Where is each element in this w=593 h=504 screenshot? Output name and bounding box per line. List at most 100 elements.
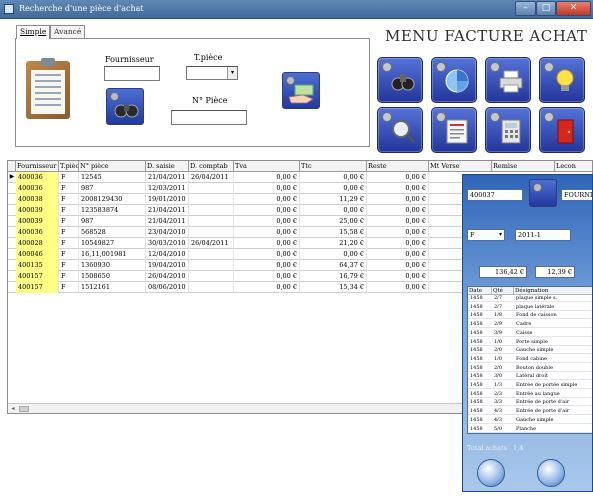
list-item[interactable]: 1458 3/0 Latéral droit (468, 373, 592, 381)
overlay-action-button[interactable] (477, 459, 505, 487)
cell-ttc[interactable]: 64,37 € (300, 260, 367, 271)
cell-num-piece[interactable]: 16,11,001981 (79, 249, 146, 260)
list-item[interactable]: 1458 5/0 Planche (468, 426, 592, 433)
scrollbar-thumb[interactable] (19, 406, 29, 412)
cell-type-piece[interactable]: F (59, 271, 79, 282)
list-item[interactable]: 1458 2/7 plaque latérale (468, 304, 592, 311)
cell-ttc[interactable]: 11,29 € (300, 194, 367, 205)
list-item[interactable]: 1458 2/0 Bouton double (468, 365, 592, 372)
chevron-down-icon[interactable]: ▾ (499, 230, 502, 240)
cell-date-comptab[interactable] (189, 227, 234, 238)
cell-date-comptab[interactable]: 26/04/2011 (189, 238, 234, 249)
type-piece-select[interactable]: ▾ (186, 66, 238, 80)
col-header-remise[interactable]: Remise (492, 161, 555, 172)
overlay-col-date[interactable]: Date (468, 287, 492, 295)
cell-type-piece[interactable]: F (59, 260, 79, 271)
exit-menu-button[interactable] (539, 107, 585, 153)
cell-ttc[interactable]: 0,00 € (300, 183, 367, 194)
list-item[interactable]: 1458 4/3 Gauche simple (468, 417, 592, 424)
validate-button[interactable] (282, 72, 320, 109)
print-menu-button[interactable] (485, 57, 531, 103)
cell-tva[interactable]: 0,00 € (234, 271, 300, 282)
cell-reste[interactable]: 0,00 € (367, 216, 429, 227)
list-item[interactable]: 1458 2/0 Gauche simple (468, 347, 592, 355)
cell-reste[interactable]: 0,00 € (367, 194, 429, 205)
cell-fournisseur[interactable]: 400135 (16, 260, 59, 271)
row-selector[interactable] (8, 227, 16, 238)
tab-simple[interactable]: Simple (16, 25, 51, 39)
cell-type-piece[interactable]: F (59, 194, 79, 205)
cell-date-saisie[interactable]: 08/06/2010 (146, 282, 189, 293)
row-selector[interactable] (8, 271, 16, 282)
cell-date-comptab[interactable] (189, 282, 234, 293)
list-item[interactable]: 1458 4/3 Entrée de porte d'air (468, 408, 592, 416)
scroll-left-icon[interactable]: ◂ (9, 405, 17, 413)
cell-num-piece[interactable]: 987 (79, 216, 146, 227)
row-selector[interactable] (8, 260, 16, 271)
row-selector[interactable] (8, 194, 16, 205)
statistics-menu-button[interactable] (431, 57, 477, 103)
fournisseur-input[interactable] (104, 66, 160, 81)
list-item[interactable]: 1458 1/8 Fond de caisson (468, 312, 592, 320)
cell-fournisseur[interactable]: 400038 (16, 194, 59, 205)
cell-num-piece[interactable]: 568528 (79, 227, 146, 238)
cell-reste[interactable]: 0,00 € (367, 238, 429, 249)
cell-type-piece[interactable]: F (59, 249, 79, 260)
cell-tva[interactable]: 0,00 € (234, 260, 300, 271)
cell-date-comptab[interactable] (189, 205, 234, 216)
search-button[interactable] (106, 88, 144, 125)
cell-type-piece[interactable]: F (59, 172, 79, 183)
cell-date-saisie[interactable]: 26/04/2010 (146, 271, 189, 282)
cell-num-piece[interactable]: 10549827 (79, 238, 146, 249)
cell-tva[interactable]: 0,00 € (234, 227, 300, 238)
cell-date-saisie[interactable]: 21/04/2011 (146, 216, 189, 227)
cell-fournisseur[interactable]: 400036 (16, 183, 59, 194)
cell-fournisseur[interactable]: 400039 (16, 205, 59, 216)
cell-type-piece[interactable]: F (59, 238, 79, 249)
cell-date-comptab[interactable] (189, 271, 234, 282)
row-selector[interactable] (8, 238, 16, 249)
cell-date-saisie[interactable]: 23/04/2010 (146, 227, 189, 238)
row-selector[interactable] (8, 282, 16, 293)
cell-type-piece[interactable]: F (59, 183, 79, 194)
cell-date-saisie[interactable]: 19/01/2010 (146, 194, 189, 205)
col-header-num-piece[interactable]: N° pièce (79, 161, 146, 172)
cell-fournisseur[interactable]: 400036 (16, 172, 59, 183)
documents-menu-button[interactable] (431, 107, 477, 153)
maximize-button[interactable]: □ (536, 1, 556, 16)
overlay-lines-list[interactable]: Date Qté Désignation 1458 2/7 plaque simp… (467, 286, 592, 434)
calculator-menu-button[interactable] (485, 107, 531, 153)
cell-date-saisie[interactable]: 21/04/2011 (146, 172, 189, 183)
col-header-reste[interactable]: Reste (367, 161, 429, 172)
overlay-supplier-button[interactable] (529, 179, 557, 207)
close-button[interactable]: ✕ (556, 1, 591, 16)
cell-ttc[interactable]: 15,34 € (300, 282, 367, 293)
cell-date-comptab[interactable] (189, 260, 234, 271)
col-header-date-saisie[interactable]: D. saisie (146, 161, 189, 172)
cell-reste[interactable]: 0,00 € (367, 172, 429, 183)
overlay-fournisseur-field[interactable]: 400037 (467, 189, 523, 201)
col-header-date-comptab[interactable]: D. comptab (189, 161, 234, 172)
cell-ttc[interactable]: 25,00 € (300, 216, 367, 227)
cell-tva[interactable]: 0,00 € (234, 205, 300, 216)
overlay-tva-field[interactable]: 12,39 € (535, 266, 575, 278)
overlay-total-ht-field[interactable]: 136,42 € (479, 266, 527, 278)
cell-tva[interactable]: 0,00 € (234, 194, 300, 205)
tab-avance[interactable]: Avancé (50, 25, 86, 39)
cell-num-piece[interactable]: 987 (79, 183, 146, 194)
list-item[interactable]: 1458 2/7 plaque simple s. (468, 295, 592, 302)
cell-date-comptab[interactable]: 26/04/2011 (189, 172, 234, 183)
cell-tva[interactable]: 0,00 € (234, 183, 300, 194)
cell-date-saisie[interactable]: 21/04/2011 (146, 205, 189, 216)
cell-date-comptab[interactable] (189, 249, 234, 260)
overlay-libelle-field[interactable]: FOURNIS N (561, 189, 592, 201)
cell-num-piece[interactable]: 2008129430 (79, 194, 146, 205)
col-header-ttc[interactable]: Ttc (300, 161, 367, 172)
list-item[interactable]: 1458 1/0 Fond cabine (468, 356, 592, 363)
row-selector[interactable] (8, 216, 16, 227)
cell-reste[interactable]: 0,00 € (367, 205, 429, 216)
cell-reste[interactable]: 0,00 € (367, 183, 429, 194)
cell-fournisseur[interactable]: 400028 (16, 238, 59, 249)
cell-ttc[interactable]: 16,79 € (300, 271, 367, 282)
cell-date-saisie[interactable]: 12/04/2010 (146, 249, 189, 260)
